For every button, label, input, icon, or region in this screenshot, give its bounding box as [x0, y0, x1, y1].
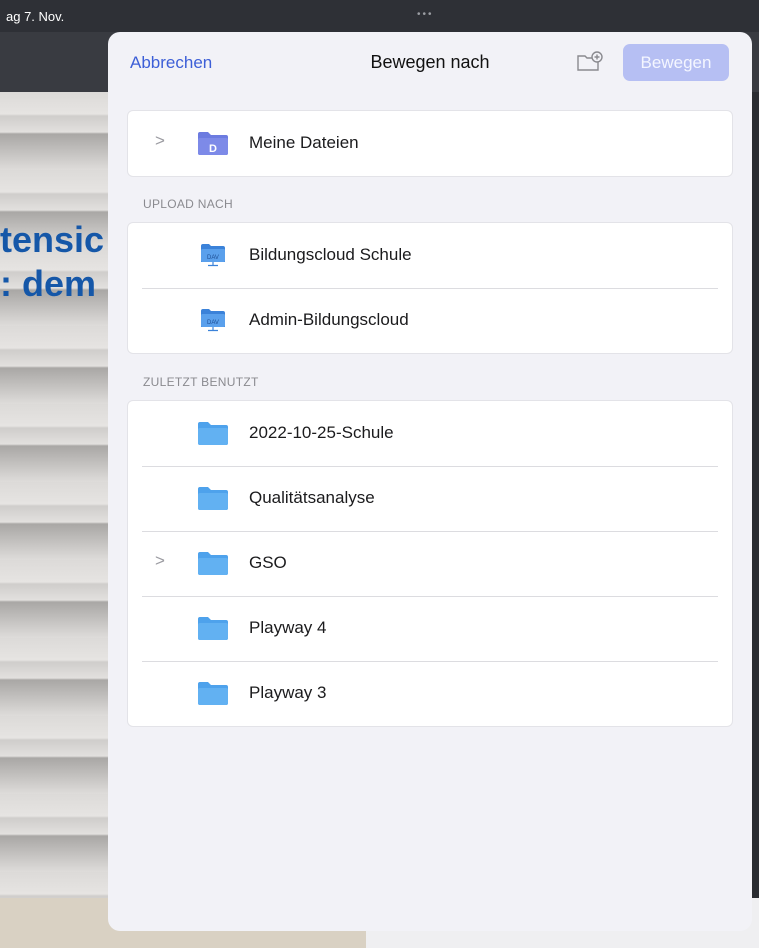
list-item-label: Admin-Bildungscloud — [249, 310, 409, 329]
multitask-dots-icon[interactable]: ••• — [417, 9, 434, 20]
folder-icon — [197, 485, 229, 511]
list-item-recent[interactable]: > GSO — [128, 531, 732, 596]
move-button[interactable]: Bewegen — [623, 44, 729, 81]
list-item-label: GSO — [249, 553, 287, 572]
svg-text:DAV: DAV — [207, 320, 219, 326]
svg-text:DAV: DAV — [207, 255, 219, 261]
section-title-recent: ZULETZT BENUTZT — [143, 375, 259, 389]
list-item-upload[interactable]: DAV Admin-Bildungscloud — [128, 288, 732, 353]
list-item-label: Meine Dateien — [249, 133, 359, 152]
folder-icon — [197, 420, 229, 446]
my-files-folder-icon: D — [197, 130, 229, 156]
list-item-upload[interactable]: DAV Bildungscloud Schule — [128, 223, 732, 288]
move-to-sheet: Abbrechen Bewegen nach Bewegen > D Meine… — [108, 32, 752, 931]
upload-card: DAV Bildungscloud Schule DAV Admin-Bildu… — [127, 222, 733, 354]
sheet-navbar: Abbrechen Bewegen nach Bewegen — [108, 32, 752, 92]
list-item-recent[interactable]: 2022-10-25-Schule — [128, 401, 732, 466]
list-item-my-files[interactable]: > D Meine Dateien — [128, 111, 732, 176]
recent-card: 2022-10-25-Schule Qualitätsanalyse > GSO… — [127, 400, 733, 727]
status-date: ag 7. Nov. — [6, 9, 65, 24]
background-wood-image: tensic : dem — [0, 92, 108, 898]
list-item-label: Bildungscloud Schule — [249, 245, 412, 264]
list-item-label: Qualitätsanalyse — [249, 488, 375, 507]
promo-line-1: tensic — [0, 219, 105, 260]
folder-icon — [197, 550, 229, 576]
list-item-label: Playway 3 — [249, 683, 327, 702]
promo-line-2: : dem — [0, 263, 97, 304]
chevron-right-icon[interactable]: > — [155, 131, 165, 151]
list-item-recent[interactable]: Playway 4 — [128, 596, 732, 661]
webdav-folder-icon: DAV — [197, 242, 229, 268]
background-promo-text: tensic : dem — [0, 218, 108, 306]
folder-icon — [197, 615, 229, 641]
list-item-label: Playway 4 — [249, 618, 327, 637]
new-folder-icon[interactable] — [576, 51, 604, 73]
list-item-recent[interactable]: Playway 3 — [128, 661, 732, 726]
svg-text:D: D — [209, 143, 217, 155]
list-item-label: 2022-10-25-Schule — [249, 423, 394, 442]
chevron-right-icon[interactable]: > — [155, 551, 165, 571]
status-bar: ag 7. Nov. ••• — [0, 0, 759, 32]
my-files-card: > D Meine Dateien — [127, 110, 733, 177]
folder-icon — [197, 680, 229, 706]
webdav-folder-icon: DAV — [197, 307, 229, 333]
list-item-recent[interactable]: Qualitätsanalyse — [128, 466, 732, 531]
section-title-upload: UPLOAD NACH — [143, 197, 233, 211]
